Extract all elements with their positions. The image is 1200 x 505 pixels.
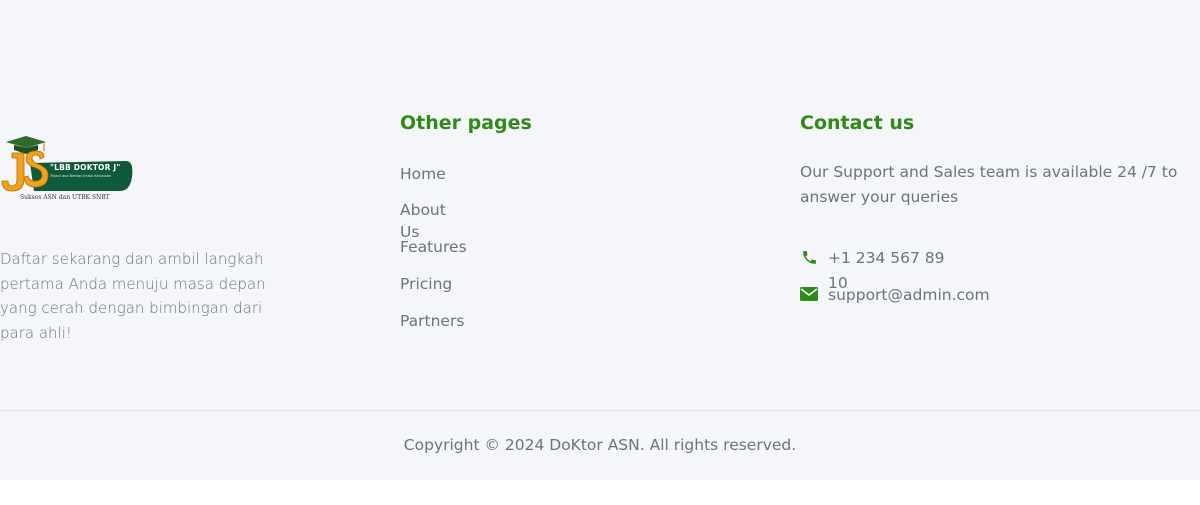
copyright-text: Copyright © 2024 DoKtor ASN. All rights … (403, 436, 797, 454)
footer-link-pricing[interactable]: Pricing (400, 273, 452, 295)
contact-email-address[interactable]: support@admin.com (828, 283, 990, 308)
footer-nav-item-home: Home (400, 163, 446, 185)
footer-link-home[interactable]: Home (400, 163, 446, 185)
footer-nav-item-pricing: Pricing (400, 273, 452, 295)
logo-caption: Sukses ASN dan UTBK SNBT (20, 194, 110, 201)
envelope-icon (800, 283, 818, 305)
other-pages-heading: Other pages (400, 112, 532, 134)
footer-divider (0, 410, 1200, 411)
footer-nav-item-features: Features (400, 236, 467, 258)
footer-nav-item-partners: Partners (400, 310, 464, 332)
contact-description: Our Support and Sales team is available … (800, 163, 1178, 206)
brand-logo[interactable]: "LBB DOKTOR J" Tryout and Bimbel Untuk K… (0, 133, 140, 205)
footer-link-partners[interactable]: Partners (400, 310, 464, 332)
contact-us-heading: Contact us (800, 112, 915, 134)
footer-link-features[interactable]: Features (400, 236, 467, 258)
contact-email-row[interactable]: support@admin.com (800, 283, 990, 308)
phone-icon (800, 246, 818, 268)
logo-banner-subtext: Tryout and Bimbel Untuk Kelulusan (50, 174, 112, 178)
logo-banner-text: "LBB DOKTOR J" (50, 163, 121, 172)
site-footer: "LBB DOKTOR J" Tryout and Bimbel Untuk K… (0, 0, 1200, 480)
footer-about-text: Daftar sekarang dan ambil langkah pertam… (0, 250, 266, 342)
